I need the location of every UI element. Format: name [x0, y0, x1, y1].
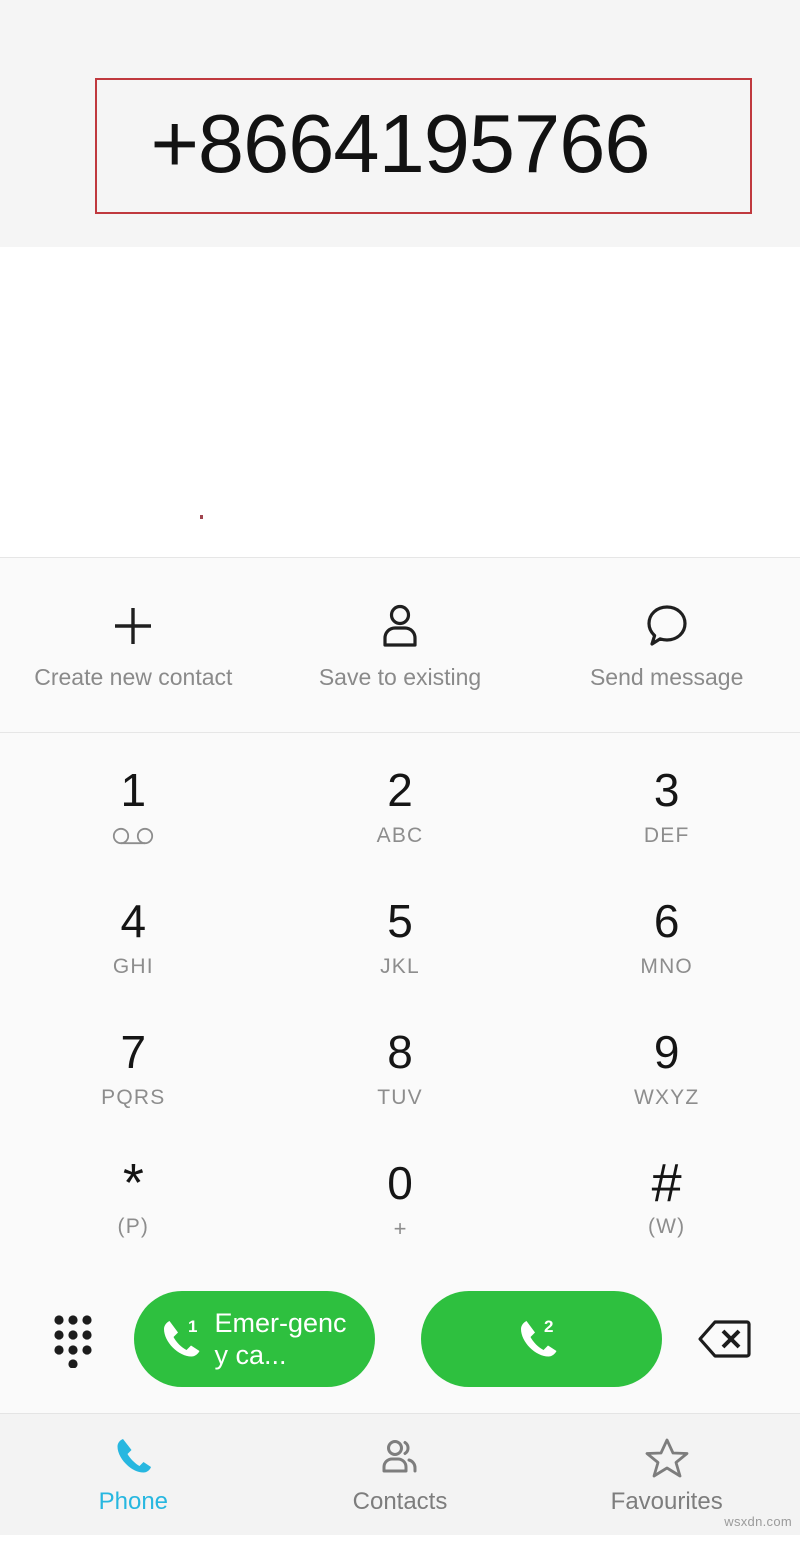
key-1-digit: 1: [120, 764, 147, 816]
call-button-sim2[interactable]: 2: [421, 1291, 662, 1387]
key-8-letters: TUV: [377, 1086, 423, 1109]
bottom-navigation: Phone Contacts Favourites wsxdn.com: [0, 1413, 800, 1535]
phone-dialer-app: +8664195766 Create new contact Save to e…: [0, 0, 800, 1565]
save-to-existing-action[interactable]: Save to existing: [267, 558, 534, 732]
call-button-sim1[interactable]: 1 Emer-gency ca...: [134, 1291, 375, 1387]
create-new-contact-label: Create new contact: [34, 664, 233, 690]
svg-text:1: 1: [188, 1317, 197, 1336]
key-4-digit: 4: [120, 895, 147, 947]
key-9-digit: 9: [653, 1026, 680, 1078]
key-5-letters: JKL: [380, 955, 420, 978]
backspace-icon[interactable]: [690, 1309, 760, 1369]
stray-artifact-dot: [200, 515, 203, 519]
keypad-row-3: 7 PQRS 8 TUV 9 WXYZ: [0, 1003, 800, 1134]
nav-tab-phone[interactable]: Phone: [0, 1414, 267, 1535]
key-7[interactable]: 7 PQRS: [0, 1003, 267, 1134]
call-icon: 1: [155, 1313, 207, 1365]
key-8-digit: 8: [387, 1026, 413, 1078]
suggestions-area: [0, 247, 800, 558]
keypad-row-1: 1 2 ABC 3 DEF: [0, 741, 800, 872]
dialpad-keys: 1 2 ABC 3 DEF 4 GHI 5 JKL 6 MNO 7 PQRS 8…: [0, 733, 800, 1265]
number-display-area: +8664195766: [0, 0, 800, 247]
svg-text:2: 2: [544, 1317, 553, 1336]
create-new-contact-action[interactable]: Create new contact: [0, 558, 267, 732]
key-2-letters: ABC: [376, 824, 424, 847]
key-9-letters: WXYZ: [633, 1086, 700, 1109]
key-3[interactable]: 3 DEF: [533, 741, 800, 872]
voicemail-icon: [110, 824, 156, 848]
key-3-digit: 3: [653, 764, 680, 816]
keypad-row-4: * (P) 0 + # (W): [0, 1134, 800, 1265]
call-action-bar: 1 Emer-gency ca... 2: [0, 1265, 800, 1413]
speech-bubble-icon: [641, 600, 693, 652]
key-hash-sub: (W): [647, 1215, 686, 1238]
key-7-letters: PQRS: [101, 1086, 166, 1109]
key-5-digit: 5: [387, 895, 413, 947]
key-star-sub: (P): [117, 1215, 150, 1238]
plus-icon: [107, 600, 159, 652]
key-4-letters: GHI: [112, 955, 154, 978]
dialed-number[interactable]: +8664195766: [0, 96, 800, 192]
nav-tab-contacts-label: Contacts: [352, 1487, 448, 1515]
person-icon: [374, 600, 426, 652]
call-buttons-group: 1 Emer-gency ca... 2: [106, 1291, 690, 1387]
key-2[interactable]: 2 ABC: [267, 741, 534, 872]
nav-tab-contacts[interactable]: Contacts: [267, 1414, 534, 1535]
key-6[interactable]: 6 MNO: [533, 872, 800, 1003]
phone-handset-icon: [111, 1435, 155, 1479]
key-6-digit: 6: [653, 895, 680, 947]
key-star[interactable]: * (P): [0, 1134, 267, 1265]
nav-tab-phone-label: Phone: [98, 1487, 169, 1515]
key-0-digit: 0: [387, 1157, 413, 1209]
key-2-digit: 2: [387, 764, 413, 816]
key-7-digit: 7: [120, 1026, 147, 1078]
nav-tab-favourites-label: Favourites: [610, 1487, 723, 1515]
dialpad-icon[interactable]: [40, 1306, 106, 1372]
key-0[interactable]: 0 +: [267, 1134, 534, 1265]
call-button-sim1-label: Emer-gency ca...: [214, 1308, 347, 1370]
save-to-existing-label: Save to existing: [318, 664, 482, 690]
site-watermark: wsxdn.com: [724, 1514, 792, 1529]
keypad-row-2: 4 GHI 5 JKL 6 MNO: [0, 872, 800, 1003]
key-1[interactable]: 1: [0, 741, 267, 872]
key-5[interactable]: 5 JKL: [267, 872, 534, 1003]
key-0-sub: +: [393, 1216, 407, 1241]
key-4[interactable]: 4 GHI: [0, 872, 267, 1003]
key-3-letters: DEF: [643, 824, 690, 847]
send-message-label: Send message: [589, 664, 744, 690]
people-icon: [378, 1435, 422, 1479]
key-hash[interactable]: # (W): [533, 1134, 800, 1265]
key-6-letters: MNO: [640, 955, 693, 978]
star-icon: [645, 1435, 689, 1479]
key-9[interactable]: 9 WXYZ: [533, 1003, 800, 1134]
key-8[interactable]: 8 TUV: [267, 1003, 534, 1134]
call-icon: 2: [512, 1313, 564, 1365]
send-message-action[interactable]: Send message: [533, 558, 800, 732]
key-star-digit: *: [122, 1153, 144, 1213]
key-hash-digit: #: [651, 1153, 682, 1213]
quick-actions-row: Create new contact Save to existing Send…: [0, 558, 800, 733]
